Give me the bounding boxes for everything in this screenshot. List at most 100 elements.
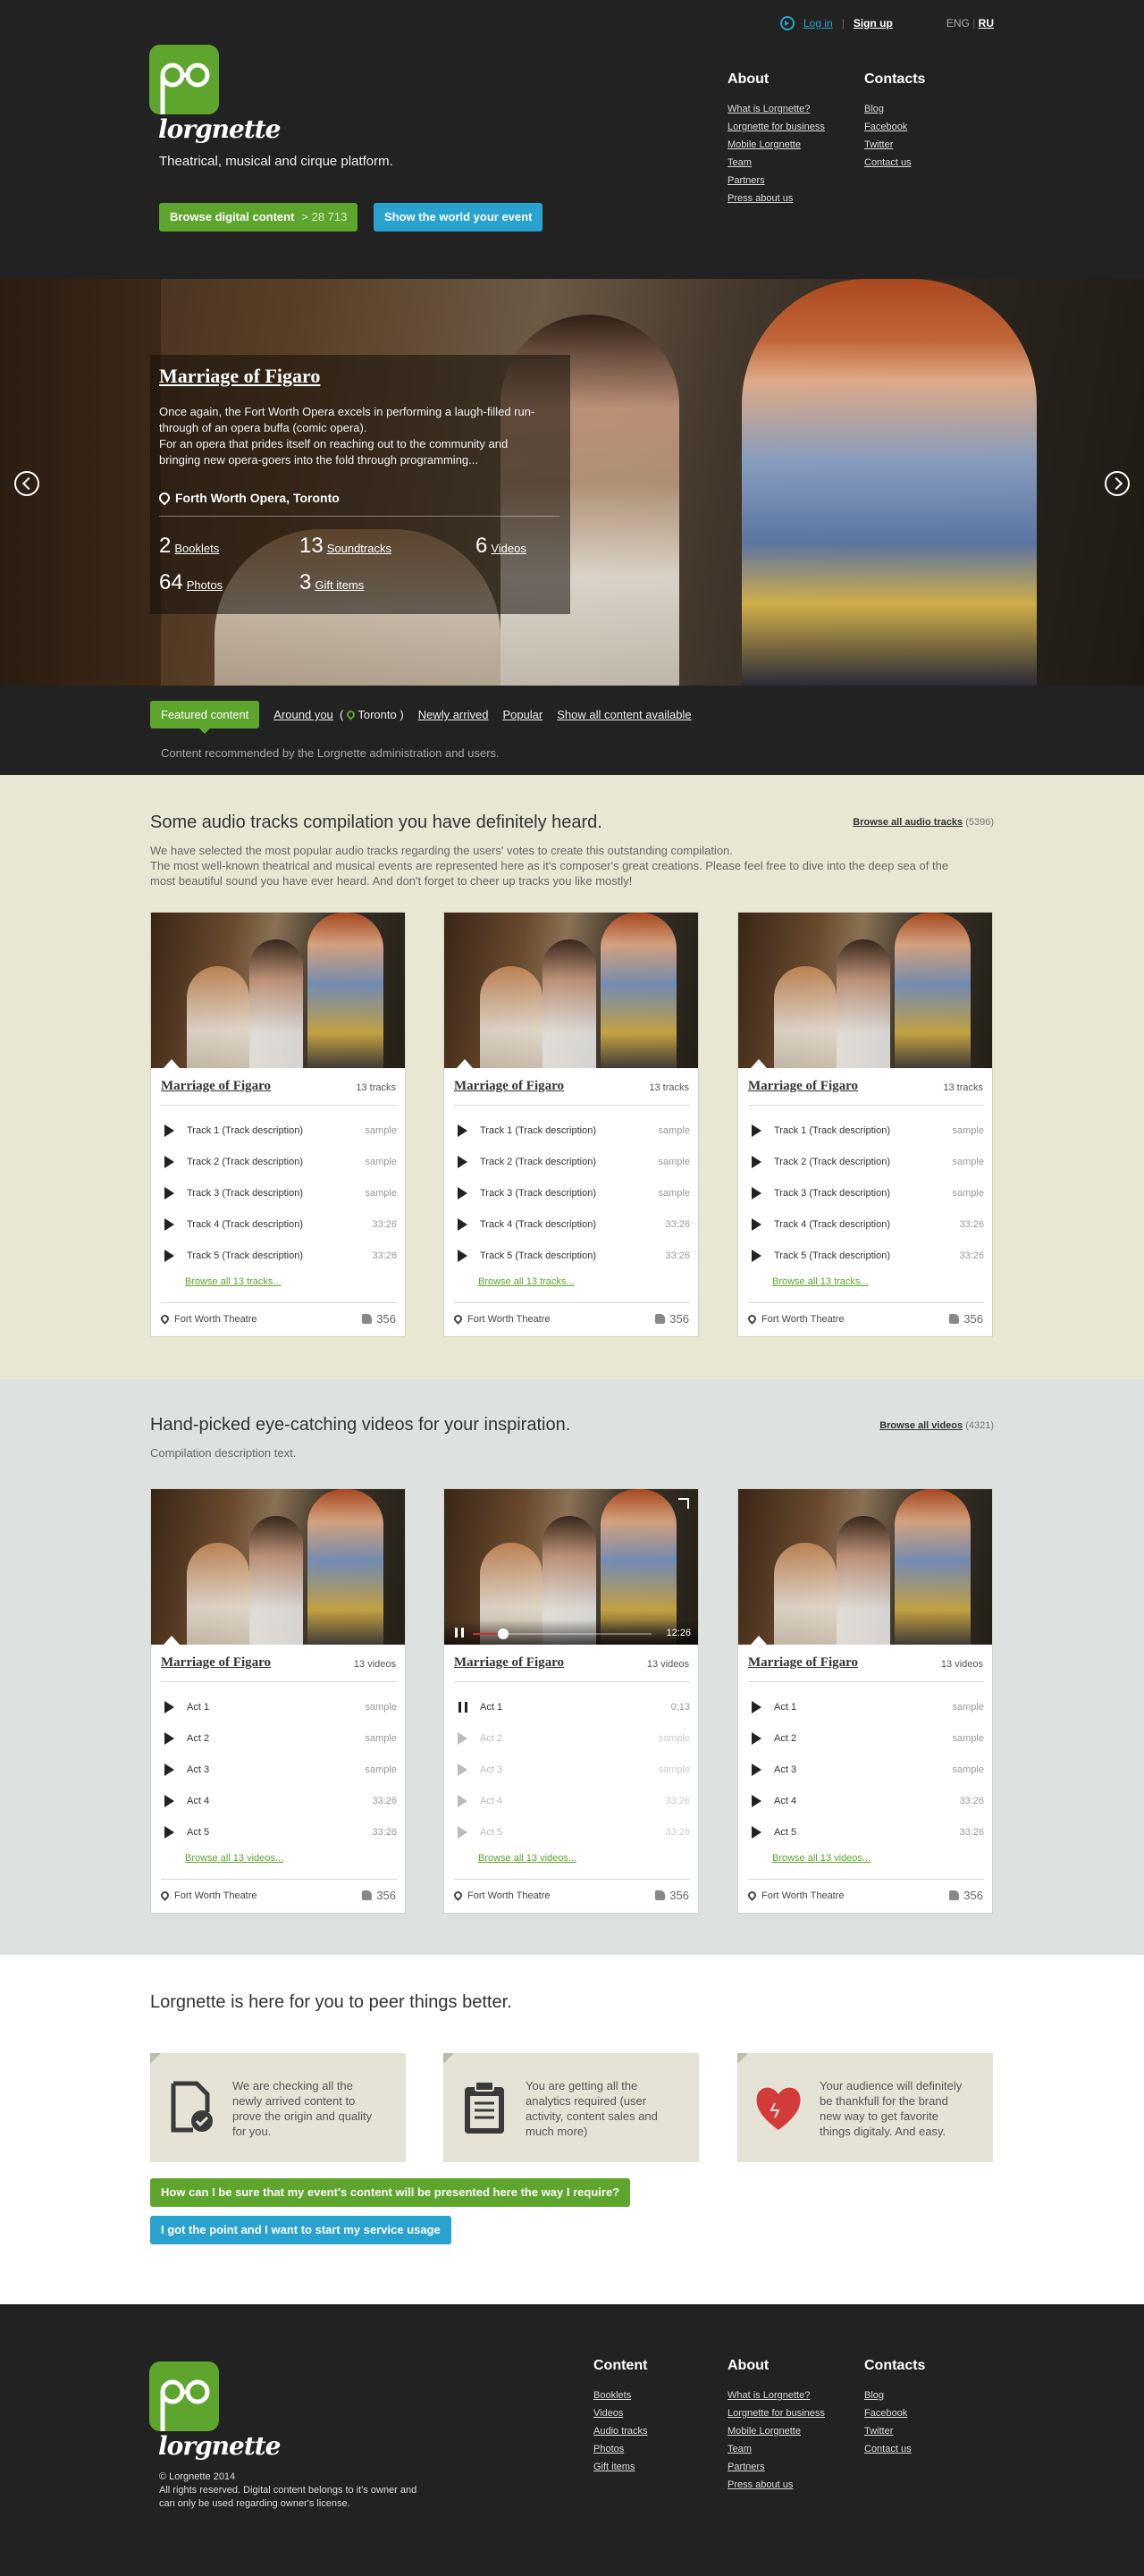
play-icon[interactable] [458,1217,467,1231]
venue[interactable]: Fort Worth Theatre [746,1313,845,1325]
play-icon[interactable] [752,1249,761,1262]
card-thumbnail[interactable] [738,913,992,1068]
contacts-link[interactable]: Twitter [864,136,925,154]
track-row[interactable]: Act 4 33:26 [161,1785,397,1816]
track-row[interactable]: Track 4 (Track description) 33:26 [454,1208,690,1240]
content-link[interactable]: Gift items [593,2458,648,2476]
tab-around-you[interactable]: Around you ( Toronto ) [273,708,403,721]
track-row[interactable]: Act 2 sample [161,1722,397,1754]
card-thumbnail[interactable]: 12:26 [444,1489,698,1645]
play-icon[interactable] [458,1124,467,1137]
about-link[interactable]: Partners [728,2458,825,2476]
play-icon[interactable] [164,1825,174,1839]
hero-slider[interactable]: Marriage of Figaro Once again, the Fort … [0,279,1144,686]
tab-popular[interactable]: Popular [502,708,543,721]
track-row[interactable]: Track 3 (Track description) sample [748,1177,984,1208]
contacts-link[interactable]: Contact us [864,154,925,172]
play-icon[interactable] [752,1763,761,1776]
like-button[interactable]: 356 [949,1312,983,1326]
tab-around-you-label[interactable]: Around you [273,708,333,721]
play-icon[interactable] [458,1794,467,1807]
track-row[interactable]: Track 3 (Track description) sample [454,1177,690,1208]
track-row[interactable]: Act 1 0:13 [454,1691,690,1722]
pause-icon[interactable] [458,1701,467,1713]
contacts-link[interactable]: Contact us [864,2440,925,2458]
contacts-link[interactable]: Facebook [864,118,925,136]
track-row[interactable]: Act 3 sample [454,1754,690,1785]
stat-gift-items[interactable]: 3 Gift items [299,570,364,595]
venue[interactable]: Fort Worth Theatre [452,1313,551,1325]
lang-eng[interactable]: ENG [946,17,970,29]
play-icon[interactable] [752,1124,761,1137]
card-thumbnail[interactable] [151,913,405,1068]
like-button[interactable]: 356 [655,1312,689,1326]
browse-all-link[interactable]: Browse all 13 videos... [772,1853,871,1864]
about-link[interactable]: Team [728,154,825,172]
track-row[interactable]: Track 5 (Track description) 33:26 [454,1240,690,1271]
like-button[interactable]: 356 [362,1889,396,1902]
browse-all-link[interactable]: Browse all 13 tracks... [772,1276,869,1287]
lang-ru[interactable]: RU [979,17,994,29]
stat-photos[interactable]: 64 Photos [159,570,223,595]
show-event-button[interactable]: Show the world your event [374,203,543,232]
fullscreen-icon[interactable] [678,1498,689,1509]
footer-logo[interactable]: lorgnette [149,2361,281,2469]
prev-slide-icon[interactable] [14,471,39,496]
logo[interactable]: lorgnette [149,45,281,152]
track-row[interactable]: Act 3 sample [161,1754,397,1785]
track-row[interactable]: Track 2 (Track description) sample [454,1146,690,1177]
video-progress-handle[interactable] [498,1629,509,1639]
content-link[interactable]: Photos [593,2440,648,2458]
card-thumbnail[interactable] [444,913,698,1068]
about-link[interactable]: Mobile Lorgnette [728,136,825,154]
card-title[interactable]: Marriage of Figaro [161,1079,271,1094]
next-slide-icon[interactable] [1105,471,1130,496]
track-row[interactable]: Track 3 (Track description) sample [161,1177,397,1208]
tab-show-all[interactable]: Show all content available [557,708,691,721]
browse-all-videos-link[interactable]: Browse all videos [879,1420,963,1431]
about-link[interactable]: Mobile Lorgnette [728,2422,825,2440]
play-icon[interactable] [752,1731,761,1745]
about-link[interactable]: What is Lorgnette? [728,100,825,118]
play-icon[interactable] [164,1186,174,1200]
track-row[interactable]: Act 2 sample [748,1722,984,1754]
hero-title[interactable]: Marriage of Figaro [159,365,320,388]
play-icon[interactable] [164,1763,174,1776]
login-link[interactable]: Log in [803,17,833,29]
signup-link[interactable]: Sign up [854,17,893,29]
track-row[interactable]: Act 1 sample [161,1691,397,1722]
venue[interactable]: Fort Worth Theatre [746,1890,845,1901]
play-icon[interactable] [458,1825,467,1839]
play-icon[interactable] [752,1794,761,1807]
browse-all-link[interactable]: Browse all 13 videos... [478,1853,576,1864]
about-link[interactable]: Partners [728,172,825,189]
play-icon[interactable] [752,1217,761,1231]
like-button[interactable]: 356 [655,1889,689,1902]
play-icon[interactable] [164,1700,174,1713]
track-row[interactable]: Track 4 (Track description) 33:26 [161,1208,397,1240]
about-link[interactable]: Team [728,2440,825,2458]
card-title[interactable]: Marriage of Figaro [748,1655,858,1671]
play-icon[interactable] [164,1217,174,1231]
content-guarantee-button[interactable]: How can I be sure that my event's conten… [150,2178,631,2207]
track-row[interactable]: Act 5 33:26 [748,1816,984,1848]
city-selector[interactable]: Toronto [358,708,396,721]
track-row[interactable]: Track 1 (Track description) sample [748,1115,984,1146]
track-row[interactable]: Act 5 33:26 [454,1816,690,1848]
contacts-link[interactable]: Facebook [864,2404,925,2422]
track-row[interactable]: Act 4 33:26 [748,1785,984,1816]
track-row[interactable]: Track 4 (Track description) 33:26 [748,1208,984,1240]
venue[interactable]: Fort Worth Theatre [159,1890,257,1901]
card-title[interactable]: Marriage of Figaro [454,1655,564,1671]
like-button[interactable]: 356 [949,1889,983,1902]
play-icon[interactable] [458,1731,467,1745]
about-link[interactable]: What is Lorgnette? [728,2387,825,2404]
login-icon[interactable] [780,16,795,30]
play-icon[interactable] [164,1124,174,1137]
track-row[interactable]: Act 5 33:26 [161,1816,397,1848]
about-link[interactable]: Press about us [728,189,825,207]
contacts-link[interactable]: Twitter [864,2422,925,2440]
play-icon[interactable] [752,1155,761,1168]
track-row[interactable]: Track 5 (Track description) 33:26 [161,1240,397,1271]
card-thumbnail[interactable] [738,1489,992,1645]
